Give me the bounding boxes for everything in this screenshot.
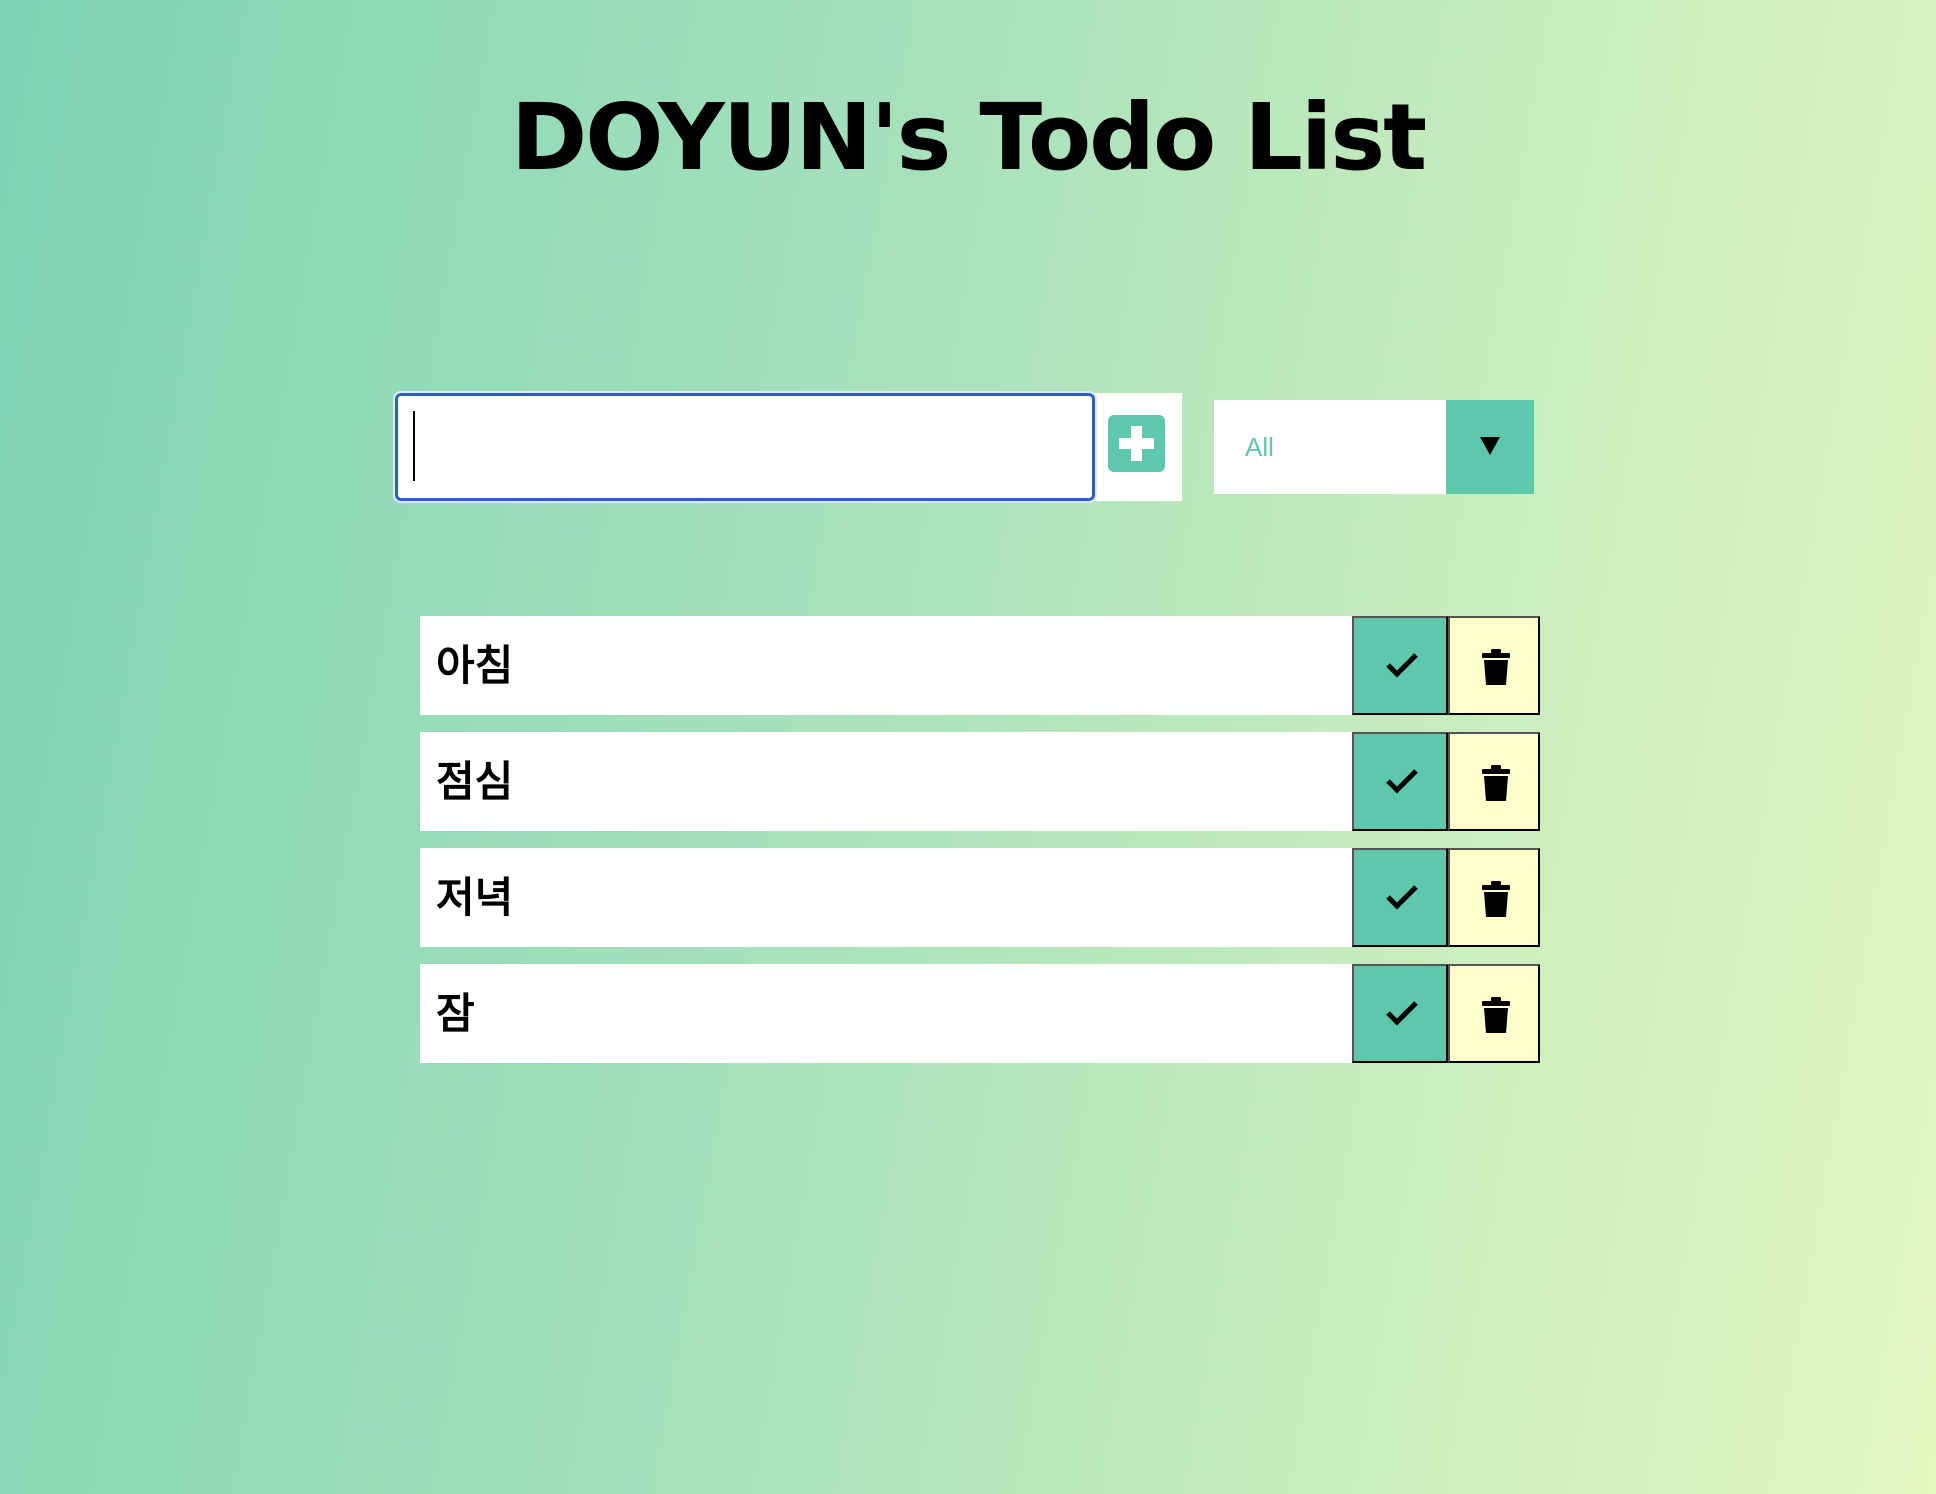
delete-button[interactable] <box>1448 964 1540 1063</box>
todo-item: 점심 <box>420 732 1540 831</box>
todo-input[interactable] <box>393 391 1097 503</box>
trash-icon <box>1482 649 1510 685</box>
todo-text: 아침 <box>436 641 514 690</box>
todo-text: 점심 <box>436 757 514 806</box>
complete-button[interactable] <box>1352 964 1448 1063</box>
delete-button[interactable] <box>1448 732 1540 831</box>
filter-select[interactable]: All <box>1214 400 1534 494</box>
check-icon <box>1386 653 1418 678</box>
delete-button[interactable] <box>1448 848 1540 947</box>
todo-item: 잠 <box>420 964 1540 1063</box>
text-caret <box>413 411 415 481</box>
delete-button[interactable] <box>1448 616 1540 715</box>
todo-form <box>393 391 1182 503</box>
filter-selected-value: All <box>1245 432 1274 462</box>
trash-icon <box>1482 881 1510 917</box>
check-icon <box>1386 885 1418 910</box>
check-icon <box>1386 769 1418 794</box>
caret-down-icon <box>1480 437 1500 455</box>
trash-icon <box>1482 765 1510 801</box>
todo-item: 저녁 <box>420 848 1540 947</box>
filter-dropdown-button[interactable] <box>1446 400 1534 494</box>
page-title: DOYUN's Todo List <box>510 84 1427 191</box>
complete-button[interactable] <box>1352 616 1448 715</box>
todo-text: 저녁 <box>436 873 514 922</box>
check-icon <box>1386 1001 1418 1026</box>
trash-icon <box>1482 997 1510 1033</box>
plus-square-icon <box>1119 426 1154 461</box>
todo-item: 아침 <box>420 616 1540 715</box>
complete-button[interactable] <box>1352 848 1448 947</box>
add-todo-button[interactable] <box>1108 415 1165 472</box>
todo-text: 잠 <box>436 989 475 1038</box>
todo-list: 아침 점심 저녁 잠 <box>420 616 1540 1080</box>
complete-button[interactable] <box>1352 732 1448 831</box>
